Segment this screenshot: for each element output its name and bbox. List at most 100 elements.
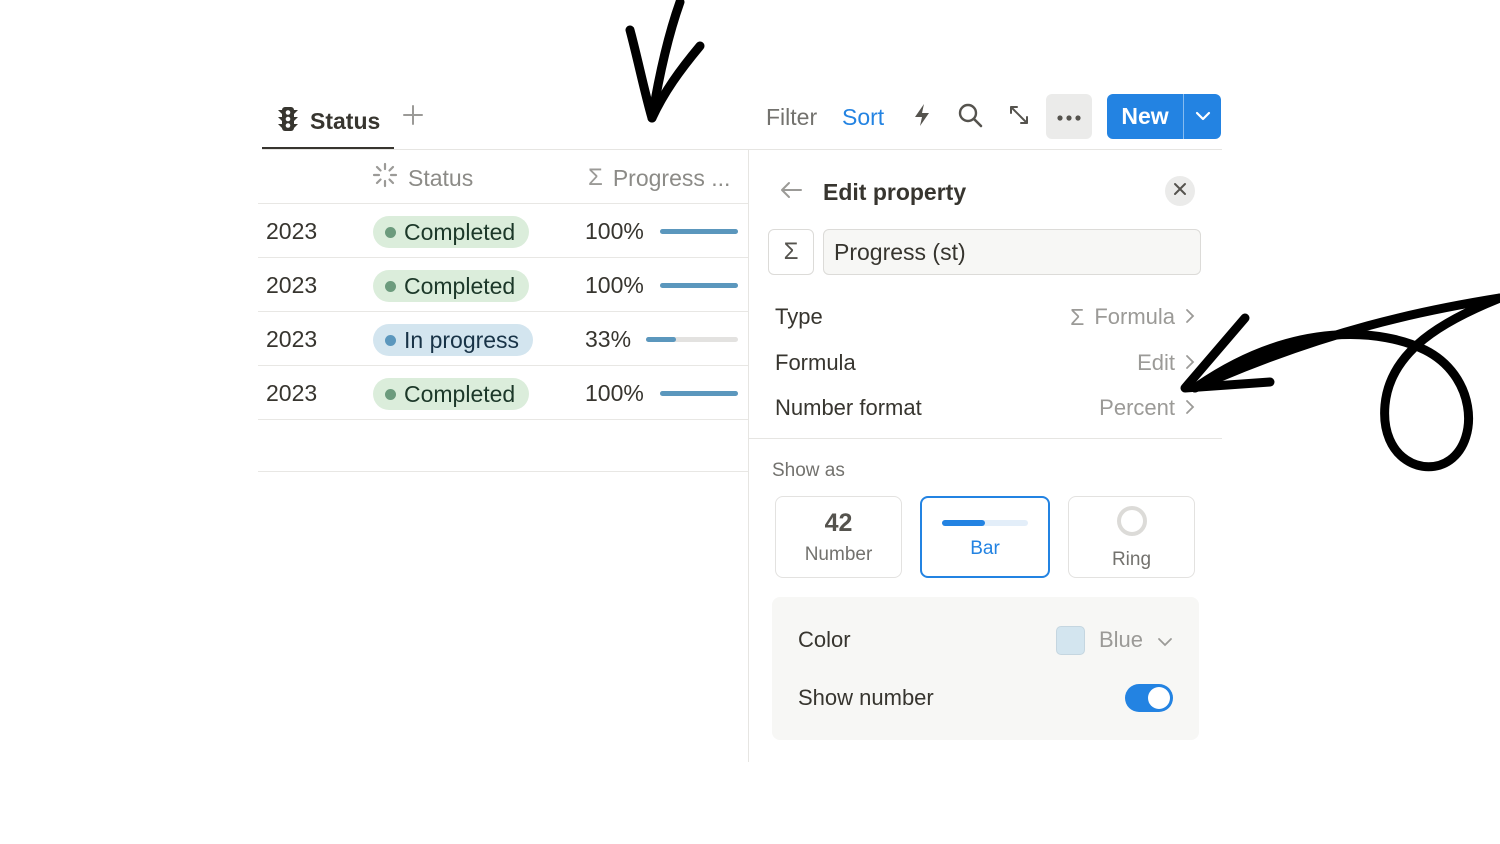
new-dropdown-button[interactable] xyxy=(1183,94,1221,139)
status-dot xyxy=(385,334,396,346)
back-button[interactable] xyxy=(776,176,806,208)
column-header-status[interactable]: Status xyxy=(372,160,473,196)
bar-preview-icon xyxy=(942,514,1028,532)
ring-preview-icon xyxy=(1115,504,1149,543)
show-as-bar-option[interactable]: Bar xyxy=(920,496,1050,578)
status-badge-label: Completed xyxy=(404,380,516,407)
status-badge[interactable]: Completed xyxy=(373,216,530,248)
status-dot xyxy=(385,388,396,400)
progress-value: 33% xyxy=(585,326,632,352)
sigma-icon: Σ xyxy=(783,238,799,265)
option-formula[interactable]: Formula Edit xyxy=(775,343,1195,383)
close-button[interactable] xyxy=(1165,176,1195,206)
show-number-setting: Show number xyxy=(798,678,1173,718)
progress-value: 100% xyxy=(585,272,644,298)
table-row[interactable]: 2023 Completed 100% xyxy=(258,258,748,312)
status-badge[interactable]: Completed xyxy=(373,270,530,302)
progress-bar-fill xyxy=(660,283,738,288)
more-dots-icon xyxy=(1057,108,1081,126)
progress-bar-fill xyxy=(660,229,738,234)
add-view-button[interactable] xyxy=(398,98,428,136)
progress-bar xyxy=(660,229,738,234)
column-header-status-label: Status xyxy=(408,164,474,191)
close-icon xyxy=(1173,182,1187,201)
tab-status-label: Status xyxy=(310,108,381,134)
search-icon xyxy=(957,102,983,133)
tab-status[interactable]: Status xyxy=(262,96,395,150)
filter-button[interactable]: Filter xyxy=(766,100,817,134)
year-cell: 2023 xyxy=(266,380,318,406)
panel-section-divider xyxy=(749,438,1222,439)
chevron-right-icon xyxy=(1185,304,1195,330)
arrow-left-icon xyxy=(779,181,803,204)
color-setting[interactable]: Color Blue xyxy=(798,620,1173,660)
status-dot xyxy=(385,226,396,238)
search-button[interactable] xyxy=(953,100,987,134)
chevron-down-icon xyxy=(1157,627,1173,653)
panel-divider xyxy=(748,150,749,762)
progress-bar xyxy=(646,337,738,342)
color-value: Blue xyxy=(1098,627,1143,652)
sigma-icon: Σ xyxy=(588,164,603,191)
progress-bar xyxy=(660,391,738,396)
option-type-label: Type xyxy=(775,304,823,329)
traffic-light-icon xyxy=(276,106,300,137)
sort-button[interactable]: Sort xyxy=(842,100,884,134)
show-as-number-label: Number xyxy=(804,543,873,565)
show-as-ring-option[interactable]: Ring xyxy=(1068,496,1195,578)
option-number-format-value: Percent xyxy=(1099,395,1175,420)
option-number-format-label: Number format xyxy=(775,395,922,420)
show-number-toggle[interactable] xyxy=(1125,684,1173,712)
more-options-button[interactable] xyxy=(1046,94,1092,139)
progress-value: 100% xyxy=(585,380,644,406)
status-badge-label: Completed xyxy=(404,272,516,299)
annotation-arrow-down xyxy=(625,0,705,123)
show-as-label: Show as xyxy=(772,460,845,481)
tabbar-divider xyxy=(262,149,1222,150)
column-header-progress-label: Progress ... xyxy=(612,164,731,191)
table-footer-divider xyxy=(258,471,748,472)
option-type-value: Formula xyxy=(1094,304,1175,329)
display-settings: Color Blue Show number xyxy=(772,597,1199,740)
year-cell: 2023 xyxy=(266,326,318,352)
chevron-down-icon xyxy=(1195,108,1211,126)
status-badge[interactable]: Completed xyxy=(373,378,530,410)
show-as-bar-label: Bar xyxy=(970,538,1000,559)
annotation-arrow-left-loop xyxy=(1180,293,1500,472)
chevron-right-icon xyxy=(1185,350,1195,376)
progress-value: 100% xyxy=(585,218,644,244)
option-number-format[interactable]: Number format Percent xyxy=(775,388,1195,428)
table-row[interactable]: 2023 Completed 100% xyxy=(258,204,748,258)
status-dot xyxy=(385,280,396,292)
option-type[interactable]: Type Σ Formula xyxy=(775,297,1195,337)
lightning-icon xyxy=(911,102,933,133)
table-row[interactable]: 2023 Completed 100% xyxy=(258,366,748,420)
expand-button[interactable] xyxy=(1002,100,1036,134)
plus-icon xyxy=(402,104,424,131)
new-button[interactable]: New xyxy=(1107,94,1183,139)
automation-button[interactable] xyxy=(905,100,939,134)
number-preview: 42 xyxy=(824,508,853,537)
option-formula-value: Edit xyxy=(1137,350,1175,375)
chevron-right-icon xyxy=(1185,395,1195,421)
show-number-label: Show number xyxy=(798,685,934,710)
progress-bar-fill xyxy=(646,337,677,342)
property-icon-button[interactable]: Σ xyxy=(768,229,814,275)
year-cell: 2023 xyxy=(266,218,318,244)
color-swatch xyxy=(1055,625,1085,655)
show-as-number-option[interactable]: 42 Number xyxy=(775,496,902,578)
status-badge-label: In progress xyxy=(404,326,520,353)
panel-title: Edit property xyxy=(823,179,967,205)
property-name-input[interactable] xyxy=(823,229,1201,275)
column-header-progress[interactable]: Σ Progress ... xyxy=(588,160,730,196)
table-row[interactable]: 2023 In progress 33% xyxy=(258,312,748,366)
option-formula-label: Formula xyxy=(775,350,856,375)
year-cell: 2023 xyxy=(266,272,318,298)
new-button-group: New xyxy=(1107,94,1221,139)
status-spinner-icon xyxy=(372,162,398,194)
toggle-knob xyxy=(1148,687,1170,709)
status-badge-label: Completed xyxy=(404,218,516,245)
status-badge[interactable]: In progress xyxy=(373,324,534,356)
color-label: Color xyxy=(798,627,851,652)
progress-bar xyxy=(660,283,738,288)
